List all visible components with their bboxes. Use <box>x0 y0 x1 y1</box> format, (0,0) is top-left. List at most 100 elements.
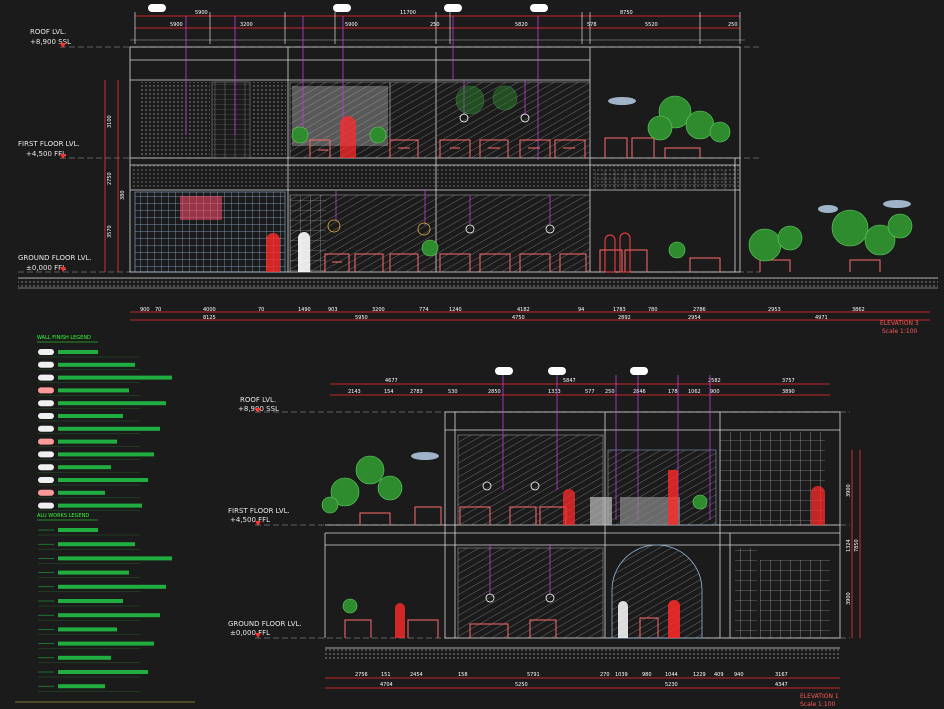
dim-label: 7850 <box>854 539 860 552</box>
legend-swatch <box>38 489 54 496</box>
legend-label-bar <box>58 684 105 689</box>
level-roof: ROOF LVL. +8,900 SSL <box>30 28 760 48</box>
cad-drawing-canvas: 5900 11700 8750 5900 3200 5900 250 5820 … <box>15 4 938 708</box>
dim-label: 250 <box>605 389 615 395</box>
dim-label: 1240 <box>449 307 462 313</box>
dim-label: 3200 <box>372 307 385 313</box>
legend-swatch <box>38 438 54 445</box>
dim-label: 1490 <box>298 307 311 313</box>
level-value: ±0,000 FFL <box>230 629 270 637</box>
dim-label: 2786 <box>693 307 706 313</box>
dim-label: 178 <box>668 389 678 395</box>
grid-axis-bubbles <box>148 4 548 12</box>
dim-label: 5250 <box>515 682 528 688</box>
level-name: ROOF LVL. <box>240 396 276 404</box>
drawing-scale: Scale 1:100 <box>882 328 918 335</box>
person-silhouette <box>266 233 280 272</box>
dim-label: 3900 <box>846 484 852 497</box>
legend-label-bar <box>58 542 135 547</box>
legend-swatch <box>38 464 54 471</box>
legend-label-bar <box>58 670 148 674</box>
dim-label: 3100 <box>107 115 113 128</box>
dim-label: 1333 <box>548 389 561 395</box>
right-dimension-chain: 3900 1324 7850 3900 <box>846 450 861 638</box>
dim-label: 3570 <box>107 225 113 238</box>
screen-panel <box>140 82 210 158</box>
dim-label: 94 <box>578 307 584 313</box>
dim-label: 8750 <box>620 10 633 16</box>
level-roof: ROOF LVL. +8,900 SSL <box>238 396 850 413</box>
dim-label: 409 <box>714 672 724 678</box>
dim-label: 1039 <box>615 672 628 678</box>
dim-label: 5900 <box>345 22 358 28</box>
dim-label: 8125 <box>203 315 216 321</box>
legend-label-bar <box>58 627 117 632</box>
person-silhouette <box>395 603 405 638</box>
legend-label-bar <box>58 414 123 418</box>
dim-label: 780 <box>648 307 658 313</box>
legend-swatch <box>38 502 54 509</box>
screen-panel <box>760 560 830 638</box>
display-column <box>668 470 678 525</box>
level-name: GROUND FLOOR LVL. <box>228 620 302 628</box>
legend-label-bar <box>58 362 135 367</box>
person-silhouette <box>340 116 356 158</box>
person-silhouette <box>811 486 825 525</box>
dim-label: 2750 <box>107 172 113 185</box>
dim-label: 900 <box>710 389 720 395</box>
dim-label: 903 <box>328 307 338 313</box>
legend-label-bar <box>58 655 111 660</box>
glazing-panel <box>389 81 591 159</box>
bottom-dimension-chain: 2756 151 2454 158 5791 270 1039 980 1044… <box>325 672 840 689</box>
legend-label-bar <box>58 570 129 575</box>
bottom-dimension-chain: 900 70 4000 70 1490 903 3200 774 1240 41… <box>130 307 930 321</box>
dim-label: 5900 <box>195 10 208 16</box>
legend-label-bar <box>58 375 172 380</box>
glazing-panel <box>457 434 604 526</box>
dim-label: 380 <box>120 190 126 200</box>
dim-label: 4750 <box>512 315 525 321</box>
dim-label: 2892 <box>618 315 631 321</box>
dim-label: 2756 <box>355 672 368 678</box>
legend-swatch <box>38 349 54 355</box>
dim-label: 5820 <box>515 22 528 28</box>
screen-panel <box>720 432 825 525</box>
legend-label-bar <box>58 613 160 618</box>
dim-label: 4347 <box>775 682 788 688</box>
dim-label: 5520 <box>645 22 658 28</box>
dim-label: 5847 <box>563 378 576 384</box>
dim-label: 2143 <box>348 389 361 395</box>
screen-panel <box>211 81 251 159</box>
drawing-scale: Scale 1:100 <box>800 701 836 708</box>
dim-label: 2954 <box>688 315 701 321</box>
dim-label: 2454 <box>410 672 423 678</box>
legend-label-bar <box>58 490 105 495</box>
legend-label-bar <box>58 584 166 589</box>
dim-label: 5230 <box>665 682 678 688</box>
legend-label-bar <box>58 388 129 393</box>
dim-label: 4677 <box>385 378 398 384</box>
person-silhouette <box>298 232 310 272</box>
dim-label: 980 <box>642 672 652 678</box>
dim-label: 4704 <box>380 682 393 688</box>
legend-label-bar <box>58 465 111 470</box>
dim-label: 2783 <box>410 389 423 395</box>
legend-label-bar <box>58 641 154 646</box>
drawing-title: ELEVATION 1 <box>800 693 839 700</box>
elevation-3: 5900 11700 8750 5900 3200 5900 250 5820 … <box>18 4 938 335</box>
dim-label: 5791 <box>527 672 540 678</box>
legend-swatch <box>38 477 54 483</box>
dim-label: 3757 <box>782 378 795 384</box>
dim-label: 4182 <box>517 307 530 313</box>
dim-label: 2953 <box>768 307 781 313</box>
dim-label: 11700 <box>400 10 416 16</box>
legend-label-bar <box>58 478 148 482</box>
dim-label: 2850 <box>488 389 501 395</box>
slab-band <box>595 170 735 190</box>
dim-label: 1324 <box>846 539 852 552</box>
dim-label: 3890 <box>782 389 795 395</box>
dim-label: 3200 <box>240 22 253 28</box>
ground-slab <box>18 278 938 288</box>
dim-label: 900 <box>140 307 150 313</box>
legend-label-bar <box>58 528 98 532</box>
